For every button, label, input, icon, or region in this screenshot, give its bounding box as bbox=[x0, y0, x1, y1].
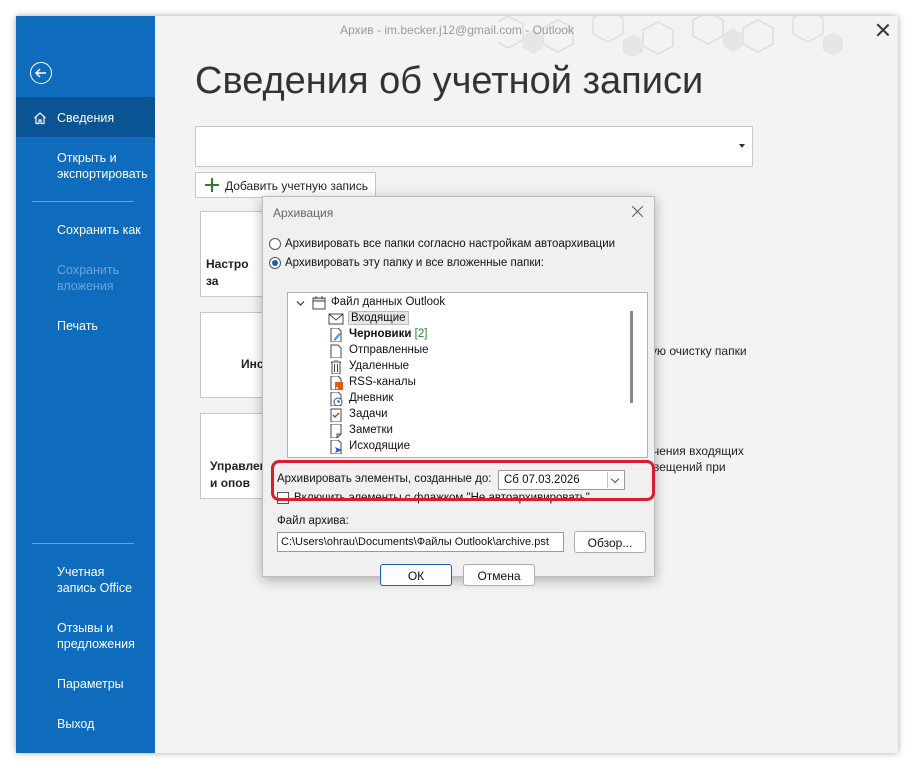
envelope-icon bbox=[328, 313, 344, 325]
journal-icon bbox=[330, 392, 343, 406]
backstage-sidebar: Сведения Открыть и экспортировать Сохран… bbox=[16, 16, 155, 753]
unread-count-badge: [2] bbox=[414, 328, 428, 340]
notes-icon bbox=[330, 424, 342, 438]
tree-item-label: Отправленные bbox=[349, 344, 429, 356]
account-dropdown[interactable] bbox=[195, 126, 753, 167]
tools-tile[interactable] bbox=[200, 312, 270, 398]
sidebar-item-label: Выход bbox=[57, 717, 95, 731]
archive-dialog: Архивация Архивировать все папки согласн… bbox=[262, 196, 655, 586]
sidebar-item-office-account[interactable]: Учетная запись Office bbox=[16, 564, 155, 596]
tree-item-label: Дневник bbox=[349, 392, 394, 404]
ok-button[interactable]: ОК bbox=[380, 564, 452, 586]
drafts-icon bbox=[330, 328, 342, 342]
trash-icon bbox=[331, 360, 341, 374]
highlight-annotation bbox=[271, 460, 655, 501]
add-account-button[interactable]: Добавить учетную запись bbox=[195, 172, 376, 198]
rules-text-line2: вещений при bbox=[653, 460, 726, 474]
browse-button[interactable]: Обзор... bbox=[574, 531, 646, 553]
sidebar-item-save-as[interactable]: Сохранить как bbox=[16, 222, 155, 238]
dialog-close-button[interactable] bbox=[631, 205, 645, 219]
archive-file-label: Файл архива: bbox=[277, 515, 349, 527]
sidebar-item-label: Открыть и экспортировать bbox=[57, 151, 148, 181]
sidebar-item-feedback[interactable]: Отзывы и предложения bbox=[16, 620, 155, 652]
sidebar-item-exit[interactable]: Выход bbox=[16, 716, 155, 732]
home-icon bbox=[34, 112, 46, 125]
tree-item-label: Удаленные bbox=[349, 360, 409, 372]
tasks-icon bbox=[330, 408, 342, 422]
dialog-title: Архивация bbox=[273, 206, 334, 220]
tile-label: Управлен и опов bbox=[210, 459, 267, 490]
sidebar-item-open-export[interactable]: Открыть и экспортировать bbox=[16, 150, 155, 182]
archive-file-path-input[interactable]: C:\Users\ohrau\Documents\Файлы Outlook\a… bbox=[277, 532, 564, 552]
folder-icon bbox=[330, 344, 342, 358]
plus-icon bbox=[205, 178, 219, 192]
sidebar-item-save-attachments: Сохранить вложения bbox=[16, 262, 155, 294]
tree-item-label: Задачи bbox=[349, 408, 388, 420]
outbox-icon bbox=[330, 440, 342, 454]
cancel-button[interactable]: Отмена bbox=[463, 564, 535, 586]
sidebar-item-options[interactable]: Параметры bbox=[16, 676, 155, 692]
sidebar-item-label: Сохранить как bbox=[57, 223, 141, 237]
add-account-label: Добавить учетную запись bbox=[225, 179, 368, 193]
radio-button[interactable] bbox=[269, 257, 281, 269]
back-arrow-icon[interactable] bbox=[30, 62, 52, 84]
tile-label: Настро за bbox=[206, 257, 249, 288]
tree-item-label: Заметки bbox=[349, 424, 393, 436]
radio-label: Архивировать все папки согласно настройк… bbox=[285, 238, 616, 250]
sidebar-item-label: Сведения bbox=[57, 111, 115, 125]
sidebar-item-print[interactable]: Печать bbox=[16, 318, 155, 334]
tree-item-label-wrap: Черновики [2] bbox=[349, 328, 427, 340]
tree-item-label: Исходящие bbox=[349, 440, 410, 452]
sidebar-divider bbox=[32, 201, 134, 202]
tree-item-label: Черновики bbox=[349, 328, 412, 340]
sidebar-item-label: Параметры bbox=[57, 677, 124, 691]
chevron-down-icon bbox=[739, 144, 745, 148]
chevron-down-icon[interactable] bbox=[296, 299, 305, 308]
tile-label: Инс bbox=[241, 357, 264, 371]
tree-item-label: Входящие bbox=[348, 311, 409, 325]
mailbox-cleanup-text: ую очистку папки bbox=[651, 344, 747, 358]
folder-tree[interactable]: Файл данных Outlook Входящие Черновики [… bbox=[287, 292, 648, 458]
page-title: Сведения об учетной записи bbox=[195, 60, 704, 102]
sidebar-item-label: Печать bbox=[57, 319, 98, 333]
outlook-window: Архив - im.becker.j12@gmail.com - Outloo… bbox=[16, 16, 898, 753]
sidebar-item-label: Отзывы и предложения bbox=[57, 621, 135, 651]
sidebar-divider bbox=[32, 543, 134, 544]
radio-button[interactable] bbox=[269, 238, 281, 250]
sidebar-item-info[interactable]: Сведения bbox=[16, 97, 155, 137]
rss-icon bbox=[330, 376, 343, 390]
rules-text-line1: чения входящих bbox=[653, 444, 744, 458]
data-file-icon bbox=[312, 296, 326, 310]
tree-item-label: RSS-каналы bbox=[349, 376, 416, 388]
radio-label: Архивировать эту папку и все вложенные п… bbox=[285, 257, 544, 269]
window-close-button[interactable] bbox=[874, 21, 892, 39]
tree-scrollbar[interactable] bbox=[630, 311, 633, 403]
tree-root-label: Файл данных Outlook bbox=[331, 296, 446, 308]
sidebar-item-label: Учетная запись Office bbox=[57, 565, 133, 595]
sidebar-item-label: Сохранить вложения bbox=[57, 263, 120, 293]
